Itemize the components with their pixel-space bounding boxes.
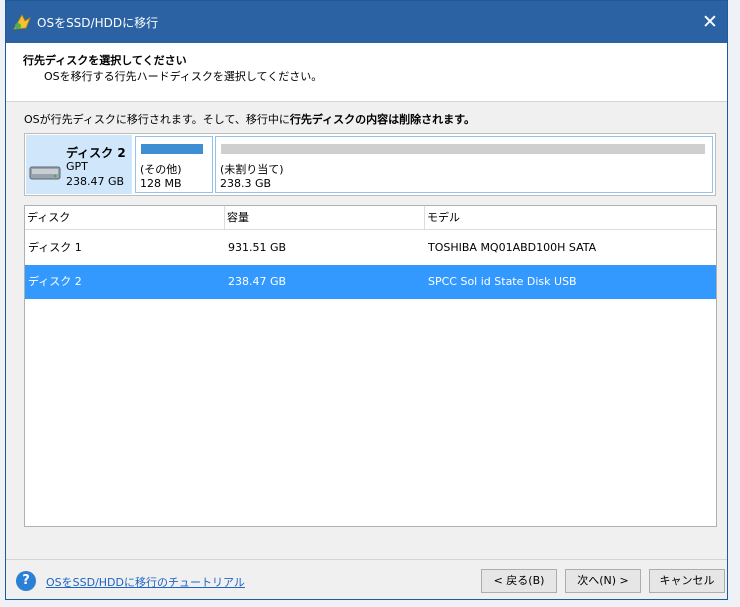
cell-model: TOSHIBA MQ01ABD100H SATA — [428, 241, 597, 254]
migrate-app-icon — [13, 14, 31, 30]
header-title: 行先ディスクを選択してください — [23, 54, 187, 67]
table-row[interactable]: ディスク 1 931.51 GB TOSHIBA MQ01ABD100H SAT… — [25, 231, 716, 265]
cell-disk: ディスク 2 — [28, 275, 82, 288]
disk-table: ディスク 容量 モデル ディスク 1 931.51 GB TOSHIBA MQ0… — [24, 205, 717, 527]
background-window-edge — [0, 600, 740, 607]
footer-divider — [6, 559, 727, 560]
notice-text: OSが行先ディスクに移行されます。そして、移行中に — [24, 113, 290, 126]
back-button[interactable]: < 戻る(B) — [481, 569, 557, 593]
hard-disk-icon — [29, 166, 61, 180]
cancel-button[interactable]: キャンセル — [649, 569, 725, 593]
help-icon[interactable]: ? — [16, 571, 36, 591]
partition-other[interactable]: (その他) 128 MB — [135, 136, 213, 193]
cell-disk: ディスク 1 — [28, 241, 82, 254]
close-icon[interactable]: ✕ — [693, 6, 727, 38]
partition-label: (未割り当て) — [220, 163, 284, 176]
partition-label: (その他) — [140, 163, 182, 176]
partition-usage-bar — [221, 144, 705, 154]
disk-size: 238.47 GB — [66, 175, 125, 188]
cell-model: SPCC Sol id State Disk USB — [428, 275, 577, 288]
background-window-edge — [728, 0, 740, 607]
disk-name: ディスク 2 — [66, 146, 126, 160]
warning-notice: OSが行先ディスクに移行されます。そして、移行中に行先ディスクの内容は削除されま… — [24, 111, 475, 127]
partition-size: 128 MB — [140, 177, 182, 190]
cell-capacity: 238.47 GB — [228, 275, 287, 288]
cell-capacity: 931.51 GB — [228, 241, 287, 254]
disk-map: ディスク 2 GPT 238.47 GB (その他) 128 MB (未割り当て… — [24, 133, 716, 196]
notice-bold-text: 行先ディスクの内容は削除されます。 — [289, 113, 476, 126]
partition-size: 238.3 GB — [220, 177, 272, 190]
disk-type: GPT — [66, 160, 88, 173]
partition-unallocated[interactable]: (未割り当て) 238.3 GB — [215, 136, 713, 193]
table-row-selected[interactable]: ディスク 2 238.47 GB SPCC Sol id State Disk … — [25, 265, 716, 299]
column-header-capacity[interactable]: 容量 — [225, 206, 425, 229]
title-bar: OSをSSD/HDDに移行 ✕ — [6, 1, 727, 43]
header-panel: 行先ディスクを選択してください OSを移行する行先ハードディスクを選択してくださ… — [6, 43, 727, 102]
column-header-model[interactable]: モデル — [425, 206, 717, 229]
table-header: ディスク 容量 モデル — [25, 206, 716, 230]
disk-info-tile[interactable]: ディスク 2 GPT 238.47 GB — [26, 135, 132, 194]
window-title: OSをSSD/HDDに移行 — [37, 16, 159, 30]
migrate-os-dialog: OSをSSD/HDDに移行 ✕ 行先ディスクを選択してください OSを移行する行… — [5, 0, 728, 600]
partition-usage-bar — [141, 144, 203, 154]
header-subtitle: OSを移行する行先ハードディスクを選択してください。 — [44, 70, 323, 83]
next-button[interactable]: 次へ(N) > — [565, 569, 641, 593]
column-header-disk[interactable]: ディスク — [25, 206, 225, 229]
tutorial-link[interactable]: OSをSSD/HDDに移行のチュートリアル — [46, 574, 245, 590]
